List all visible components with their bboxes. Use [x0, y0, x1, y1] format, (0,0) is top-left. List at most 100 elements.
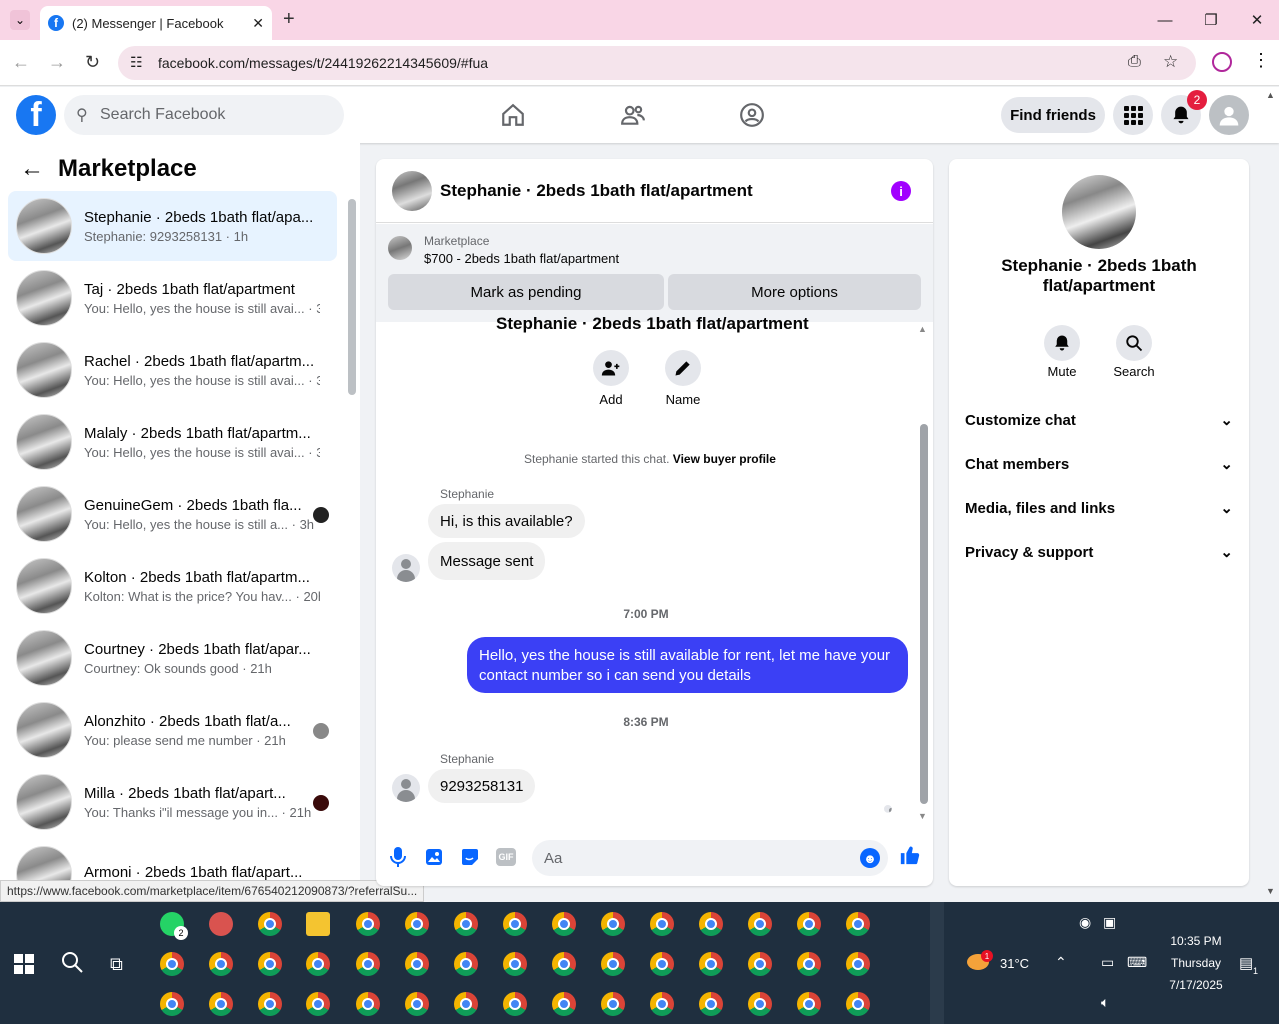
chrome-icon[interactable] — [797, 912, 821, 936]
conversation-list-scrollbar[interactable] — [348, 199, 356, 395]
chrome-icon[interactable] — [650, 952, 674, 976]
minimize-icon[interactable]: — — [1150, 8, 1180, 32]
page-scroll-up-icon[interactable]: ▲ — [1266, 90, 1275, 100]
record-icon[interactable]: ◉ — [1079, 914, 1091, 931]
chrome-icon[interactable] — [258, 952, 282, 976]
conversation-item[interactable]: Alonzhito · 2beds 1bath flat/a... You: pl… — [8, 695, 337, 765]
close-tab-icon[interactable]: ✕ — [252, 15, 264, 32]
taskbar-search-icon[interactable] — [60, 950, 84, 979]
incoming-message[interactable]: 9293258131 — [428, 769, 536, 803]
chrome-icon[interactable] — [699, 992, 723, 1016]
chrome-icon[interactable] — [846, 992, 870, 1016]
camera-icon[interactable]: ▣ — [1103, 914, 1116, 931]
chrome-menu-icon[interactable]: ⋮ — [1252, 50, 1270, 71]
chat-avatar[interactable] — [392, 170, 432, 211]
url-field[interactable]: ☷ facebook.com/messages/t/24419262214345… — [118, 46, 1196, 80]
photo-icon[interactable] — [423, 846, 445, 868]
chrome-icon[interactable] — [503, 912, 527, 936]
show-hidden-icons[interactable]: ⌃ — [1055, 954, 1067, 971]
chrome-icon[interactable] — [356, 952, 380, 976]
info-icon[interactable]: i — [891, 181, 911, 201]
chrome-icon[interactable] — [356, 992, 380, 1016]
volume-icon[interactable]: 🔈︎ — [1101, 994, 1109, 1011]
search-in-chat-button[interactable] — [1116, 325, 1152, 361]
friends-icon[interactable] — [617, 99, 649, 131]
chrome-icon[interactable] — [797, 952, 821, 976]
tab-search-icon[interactable]: ⌄ — [10, 10, 30, 30]
chrome-icon[interactable] — [356, 912, 380, 936]
sender-avatar[interactable] — [392, 774, 420, 802]
chrome-icon[interactable] — [209, 992, 233, 1016]
conversation-item[interactable]: Rachel · 2beds 1bath flat/apartm... You: … — [8, 335, 337, 405]
site-info-icon[interactable]: ☷ — [130, 54, 143, 71]
network-icon[interactable]: ▭ — [1101, 954, 1114, 971]
notification-center-icon[interactable]: ▤ — [1239, 954, 1253, 972]
chrome-icon[interactable] — [748, 912, 772, 936]
chrome-icon[interactable] — [601, 952, 625, 976]
temperature[interactable]: 31°C — [1000, 956, 1029, 971]
clock-time[interactable]: 10:35 PM — [1166, 934, 1226, 948]
restore-icon[interactable]: ❐ — [1196, 8, 1226, 32]
taskbar-scroll[interactable] — [930, 902, 944, 1024]
conversation-item[interactable]: Malaly · 2beds 1bath flat/apartm... You: … — [8, 407, 337, 477]
mark-as-pending-button[interactable]: Mark as pending — [388, 274, 664, 310]
add-people-button[interactable] — [593, 350, 629, 386]
chrome-icon[interactable] — [601, 992, 625, 1016]
chrome-icon[interactable] — [405, 912, 429, 936]
forward-icon[interactable]: → — [48, 52, 66, 73]
windows-start-icon[interactable] — [14, 954, 34, 979]
chrome-icon[interactable] — [209, 952, 233, 976]
chat-scrollbar[interactable] — [920, 424, 928, 804]
scroll-up-icon[interactable]: ▲ — [918, 324, 927, 334]
account-avatar[interactable] — [1209, 95, 1249, 135]
listing-title[interactable]: $700 - 2beds 1bath flat/apartment — [424, 251, 619, 266]
sender-avatar[interactable] — [392, 554, 420, 582]
incoming-message[interactable]: Message sent — [428, 542, 546, 580]
like-icon[interactable] — [899, 844, 921, 866]
close-window-icon[interactable]: ✕ — [1242, 8, 1272, 32]
chrome-icon[interactable] — [552, 952, 576, 976]
chrome-icon[interactable] — [160, 992, 184, 1016]
chrome-icon[interactable] — [454, 992, 478, 1016]
media-files-links-item[interactable]: Media, files and links ⌄ — [965, 488, 1233, 528]
profile-icon[interactable] — [1212, 52, 1232, 72]
conversation-item[interactable]: Milla · 2beds 1bath flat/apart... You: Th… — [8, 767, 337, 837]
chrome-icon[interactable] — [160, 952, 184, 976]
clock-date[interactable]: 7/17/2025 — [1161, 978, 1231, 992]
conversation-item[interactable]: GenuineGem · 2beds 1bath fla... You: Hell… — [8, 479, 337, 549]
clock-day[interactable]: Thursday — [1161, 956, 1231, 970]
incoming-message[interactable]: Hi, is this available? — [428, 504, 585, 538]
chrome-icon[interactable] — [699, 912, 723, 936]
chrome-icon[interactable] — [650, 912, 674, 936]
conversation-item[interactable]: Taj · 2beds 1bath flat/apartment You: Hel… — [8, 263, 337, 333]
emoji-icon[interactable]: ☻ — [860, 848, 880, 868]
chrome-icon[interactable] — [797, 992, 821, 1016]
chrome-icon[interactable] — [846, 952, 870, 976]
app-icon[interactable] — [209, 912, 233, 936]
browser-tab[interactable]: f (2) Messenger | Facebook ✕ — [40, 6, 272, 40]
listing-thumbnail[interactable] — [388, 236, 412, 260]
contact-avatar[interactable] — [1062, 175, 1136, 249]
chrome-icon[interactable] — [503, 992, 527, 1016]
gif-icon[interactable]: GIF — [495, 846, 517, 868]
chrome-icon[interactable] — [748, 952, 772, 976]
chrome-icon[interactable] — [258, 912, 282, 936]
chrome-icon[interactable] — [306, 952, 330, 976]
bookmark-star-icon[interactable]: ☆ — [1163, 52, 1178, 72]
chrome-icon[interactable] — [601, 912, 625, 936]
view-buyer-profile-link[interactable]: View buyer profile — [673, 452, 776, 466]
chrome-icon[interactable] — [699, 952, 723, 976]
file-explorer-icon[interactable] — [306, 912, 330, 936]
chrome-icon[interactable] — [405, 992, 429, 1016]
menu-grid-icon[interactable] — [1113, 95, 1153, 135]
scroll-down-icon[interactable]: ▼ — [918, 811, 927, 821]
home-icon[interactable] — [497, 99, 529, 131]
conversation-item[interactable]: Courtney · 2beds 1bath flat/apar... Court… — [8, 623, 337, 693]
chrome-icon[interactable] — [306, 992, 330, 1016]
facebook-logo-icon[interactable]: f — [16, 95, 56, 135]
reload-icon[interactable]: ↻ — [85, 52, 100, 73]
customize-chat-item[interactable]: Customize chat ⌄ — [965, 400, 1233, 440]
chat-title[interactable]: Stephanie · 2beds 1bath flat/apartment — [440, 181, 753, 201]
chrome-icon[interactable] — [748, 992, 772, 1016]
chrome-icon[interactable] — [846, 912, 870, 936]
